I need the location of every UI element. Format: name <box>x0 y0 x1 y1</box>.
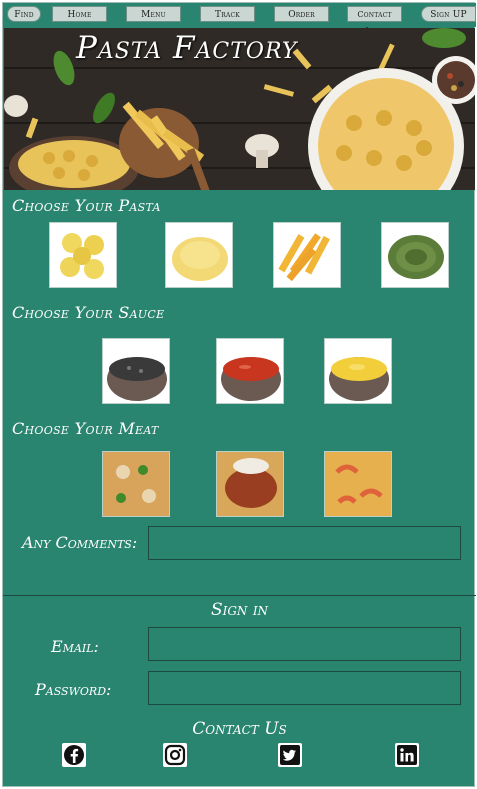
nav-contact-info[interactable]: Contact Info <box>347 6 402 35</box>
page-frame: Find Home Menu Track Order Contact Info … <box>2 2 476 787</box>
meat-option-shrimp[interactable] <box>324 451 392 517</box>
top-nav: Find Home Menu Track Order Contact Info … <box>3 3 476 35</box>
site-title: Pasta Factory <box>76 30 298 66</box>
instagram-icon[interactable] <box>163 743 187 767</box>
sign-in-title: Sign in <box>210 600 269 620</box>
nav-menu[interactable]: Menu <box>126 6 181 22</box>
comments-input[interactable] <box>148 526 461 560</box>
nav-track[interactable]: Track <box>200 6 255 22</box>
twitter-icon[interactable] <box>278 743 302 767</box>
linkedin-icon[interactable] <box>395 743 419 767</box>
sauce-option-tomato[interactable] <box>216 338 284 404</box>
password-label: Password: <box>35 680 112 699</box>
sauce-option-cheese[interactable] <box>324 338 392 404</box>
email-label: Email: <box>51 637 99 656</box>
comments-label: Any Comments: <box>22 533 138 552</box>
pasta-option-tortellini[interactable] <box>49 222 117 288</box>
contact-us-title: Contact Us <box>192 719 287 739</box>
meat-option-chicken[interactable] <box>102 451 170 517</box>
meat-option-bolognese[interactable] <box>216 451 284 517</box>
pasta-section-title: Choose Your Pasta <box>12 196 161 215</box>
nav-home[interactable]: Home <box>52 6 107 22</box>
email-field[interactable] <box>148 627 461 661</box>
sauce-section-title: Choose Your Sauce <box>12 303 165 322</box>
section-divider <box>3 595 476 596</box>
hero-banner: Pasta Factory <box>4 28 475 190</box>
password-field[interactable] <box>148 671 461 705</box>
facebook-icon[interactable] <box>62 743 86 767</box>
nav-sign-up[interactable]: Sign UP <box>421 6 476 22</box>
nav-find-button[interactable]: Find <box>7 6 41 22</box>
pasta-option-penne[interactable] <box>273 222 341 288</box>
meat-section-title: Choose Your Meat <box>12 419 159 438</box>
pasta-option-spinach-fettuccine[interactable] <box>381 222 449 288</box>
sauce-option-pepper[interactable] <box>102 338 170 404</box>
nav-order[interactable]: Order <box>274 6 329 22</box>
pasta-option-shredded[interactable] <box>165 222 233 288</box>
